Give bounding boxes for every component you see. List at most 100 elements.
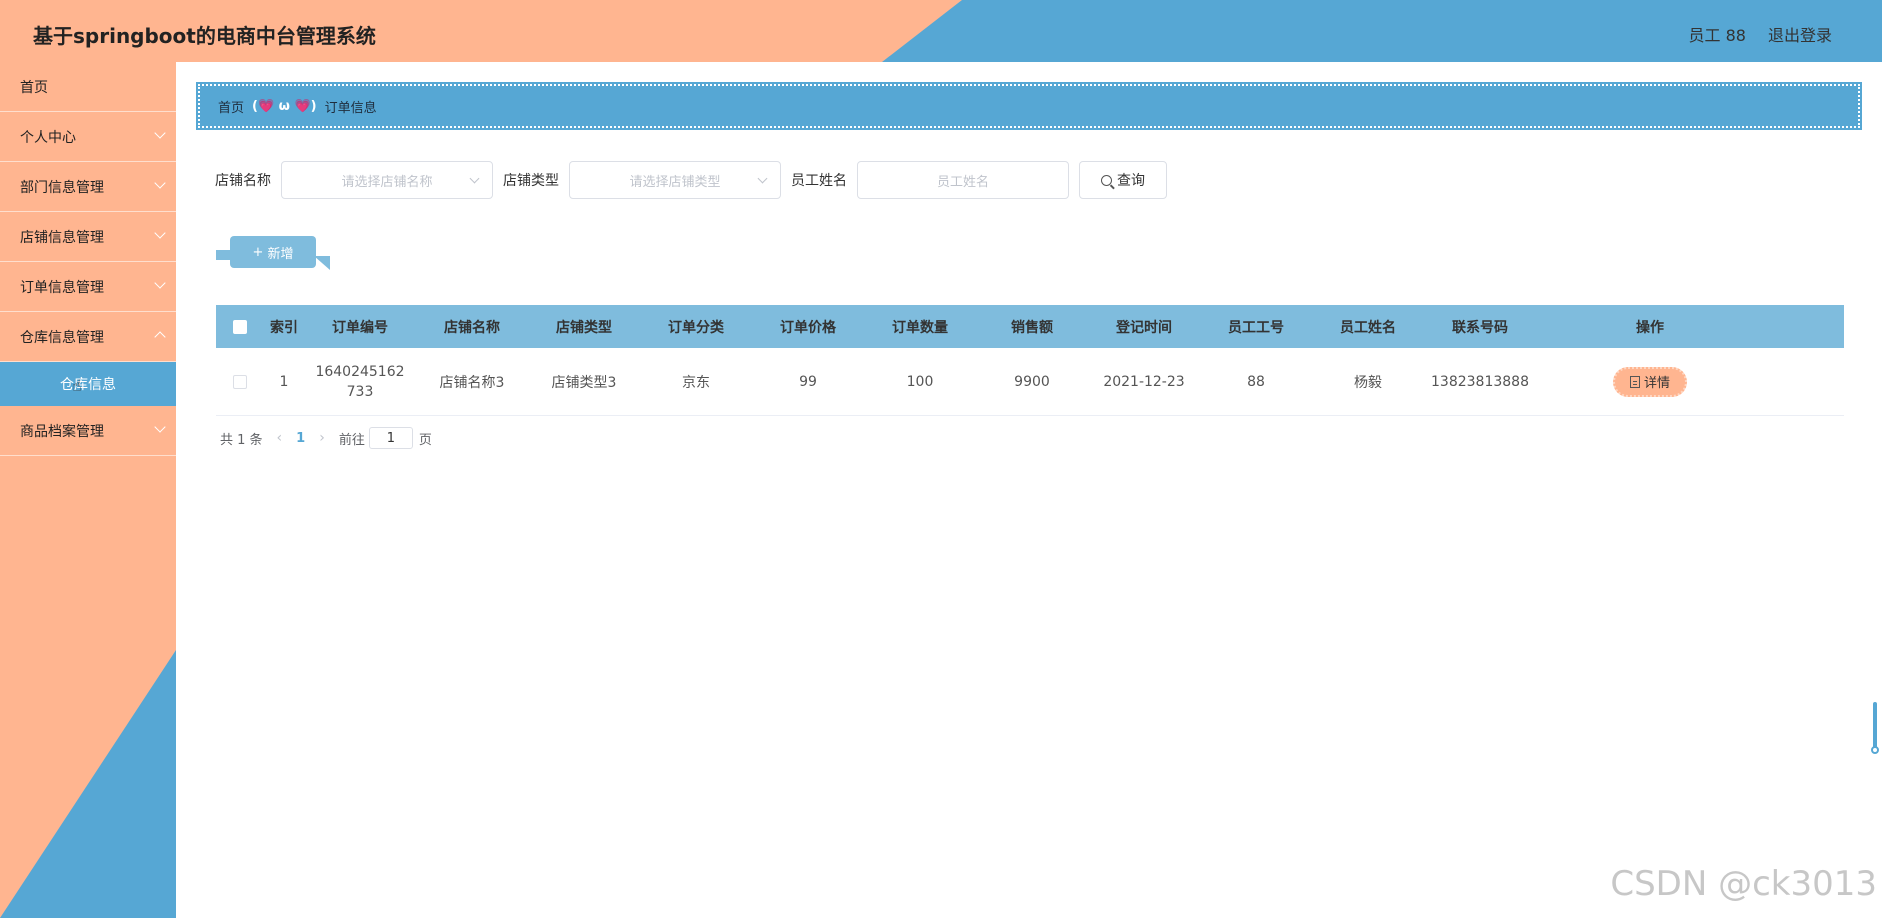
column-header: 订单数量 <box>892 319 948 336</box>
sidebar-item-personal-center[interactable]: 个人中心 <box>0 112 176 162</box>
cell-date: 2021-12-23 <box>1103 373 1185 390</box>
chevron-down-icon <box>154 127 166 139</box>
chevron-down-icon <box>154 277 166 289</box>
column-header: 联系号码 <box>1452 319 1508 336</box>
sidebar-item-label: 订单信息管理 <box>20 279 104 296</box>
breadcrumb-separator: (💗 ω 💗) <box>252 98 317 114</box>
hand-cursor-icon: ☝ <box>72 376 82 395</box>
cell-price: 99 <box>799 373 817 390</box>
top-header: 基于springboot的电商中台管理系统 员工 88 退出登录 <box>0 0 1882 62</box>
header-user-area: 员工 88 退出登录 <box>1689 22 1832 46</box>
plus-icon: + <box>252 244 264 260</box>
chevron-down-icon <box>469 173 480 184</box>
chevron-down-icon <box>757 173 768 184</box>
order-table: 索引 订单编号 店铺名称 店铺类型 订单分类 订单价格 订单数量 销售额 登记时… <box>216 305 1844 416</box>
staff-name-label: 员工姓名 <box>791 173 847 189</box>
sidebar-item-warehouse[interactable]: 仓库信息管理 <box>0 312 176 362</box>
sidebar-subitem-label: 仓库信息 <box>60 377 116 393</box>
sidebar-item-order[interactable]: 订单信息管理 <box>0 262 176 312</box>
cell-staff-id: 88 <box>1247 373 1265 390</box>
column-header: 订单分类 <box>668 319 724 336</box>
sidebar-item-label: 仓库信息管理 <box>20 329 104 346</box>
cell-staff-name: 杨毅 <box>1354 374 1382 391</box>
column-header: 员工工号 <box>1228 319 1284 336</box>
column-header: 订单编号 <box>332 319 388 336</box>
cell-shop-type: 店铺类型3 <box>551 374 617 391</box>
shop-name-placeholder: 请选择店铺名称 <box>341 174 433 190</box>
staff-name-placeholder: 员工姓名 <box>936 174 989 190</box>
chevron-up-icon <box>154 331 166 343</box>
breadcrumb-home[interactable]: 首页 <box>218 97 244 116</box>
column-header: 索引 <box>270 319 298 336</box>
column-header: 操作 <box>1636 319 1664 336</box>
page-number[interactable]: 1 <box>296 431 305 446</box>
staff-name-input[interactable]: 员工姓名 <box>857 161 1069 199</box>
sidebar-subitem-warehouse-info[interactable]: 仓库信息 ☝ <box>0 362 176 406</box>
breadcrumb-current: 订单信息 <box>324 100 377 116</box>
goto-page-input[interactable]: 1 <box>368 427 413 449</box>
sidebar-item-label: 店铺信息管理 <box>20 229 104 246</box>
row-checkbox[interactable] <box>233 374 247 389</box>
shop-name-select[interactable]: 请选择店铺名称 <box>281 161 493 199</box>
cell-phone: 13823813888 <box>1431 373 1529 390</box>
column-header: 订单价格 <box>780 319 836 336</box>
cell-category: 京东 <box>682 374 710 391</box>
sidebar-item-label: 商品档案管理 <box>20 423 104 440</box>
chevron-down-icon <box>154 421 166 433</box>
column-header: 登记时间 <box>1116 319 1172 336</box>
add-button-ribbon-right <box>314 256 330 270</box>
select-all-checkbox[interactable] <box>233 319 247 334</box>
pagination: 共 1 条 ‹ 1 › 前往 1 页 <box>220 426 432 450</box>
cell-order-no: 1640245162733 <box>315 363 405 400</box>
chevron-down-icon <box>154 177 166 189</box>
column-header: 员工姓名 <box>1340 319 1396 336</box>
sidebar-item-product[interactable]: 商品档案管理 <box>0 406 176 456</box>
search-icon <box>1101 174 1112 186</box>
search-bar: 店铺名称 请选择店铺名称 店铺类型 请选择店铺类型 员工姓名 员工姓名 查询 <box>215 160 1167 200</box>
select-all-cell <box>216 319 264 334</box>
add-button[interactable]: + 新增 <box>230 236 316 268</box>
query-button[interactable]: 查询 <box>1079 161 1167 199</box>
cell-actions: 详情 <box>1536 366 1764 397</box>
sidebar-item-label: 个人中心 <box>20 129 76 146</box>
sidebar-item-shop[interactable]: 店铺信息管理 <box>0 212 176 262</box>
page-suffix: 页 <box>418 432 432 448</box>
app-title: 基于springboot的电商中台管理系统 <box>33 24 376 48</box>
user-label: 员工 88 <box>1688 26 1746 45</box>
table-row: 1 1640245162733 店铺名称3 店铺类型3 京东 99 100 99… <box>216 348 1844 416</box>
pagination-total: 共 1 条 <box>220 432 263 448</box>
watermark: CSDN @ck3013 <box>1610 864 1877 904</box>
logout-link[interactable]: 退出登录 <box>1768 22 1832 46</box>
cell-sales: 9900 <box>1014 373 1050 390</box>
column-header: 销售额 <box>1011 319 1053 336</box>
sidebar-item-home[interactable]: 首页 <box>0 62 176 112</box>
query-button-label: 查询 <box>1117 173 1145 189</box>
scroll-knob[interactable] <box>1871 746 1879 754</box>
shop-type-select[interactable]: 请选择店铺类型 <box>569 161 781 199</box>
detail-button-label: 详情 <box>1643 376 1670 391</box>
chevron-down-icon <box>154 227 166 239</box>
detail-button[interactable]: 详情 <box>1613 366 1687 397</box>
column-header: 店铺名称 <box>444 319 500 336</box>
scroll-handle[interactable] <box>1873 702 1877 752</box>
document-icon <box>1629 375 1640 388</box>
cell-index: 1 <box>279 373 289 390</box>
sidebar-item-label: 部门信息管理 <box>20 179 104 196</box>
sidebar-item-department[interactable]: 部门信息管理 <box>0 162 176 212</box>
cell-shop-name: 店铺名称3 <box>439 374 505 391</box>
column-header: 店铺类型 <box>556 319 612 336</box>
shop-type-label: 店铺类型 <box>503 173 559 189</box>
breadcrumb: 首页 (💗 ω 💗) 订单信息 <box>196 82 1862 130</box>
next-page-icon[interactable]: › <box>319 430 325 446</box>
row-select-cell <box>216 374 264 389</box>
cell-quantity: 100 <box>906 373 934 390</box>
sidebar-item-label: 首页 <box>20 79 48 96</box>
sidebar-decoration <box>0 650 176 918</box>
add-button-label: 新增 <box>267 246 294 262</box>
prev-page-icon[interactable]: ‹ <box>277 430 283 446</box>
table-header: 索引 订单编号 店铺名称 店铺类型 订单分类 订单价格 订单数量 销售额 登记时… <box>216 305 1844 348</box>
goto-label: 前往 <box>338 432 365 448</box>
shop-type-placeholder: 请选择店铺类型 <box>629 174 721 190</box>
shop-name-label: 店铺名称 <box>215 173 271 189</box>
sidebar: 首页 个人中心 部门信息管理 店铺信息管理 订单信息管理 仓库信息管理 仓库信息… <box>0 62 176 918</box>
